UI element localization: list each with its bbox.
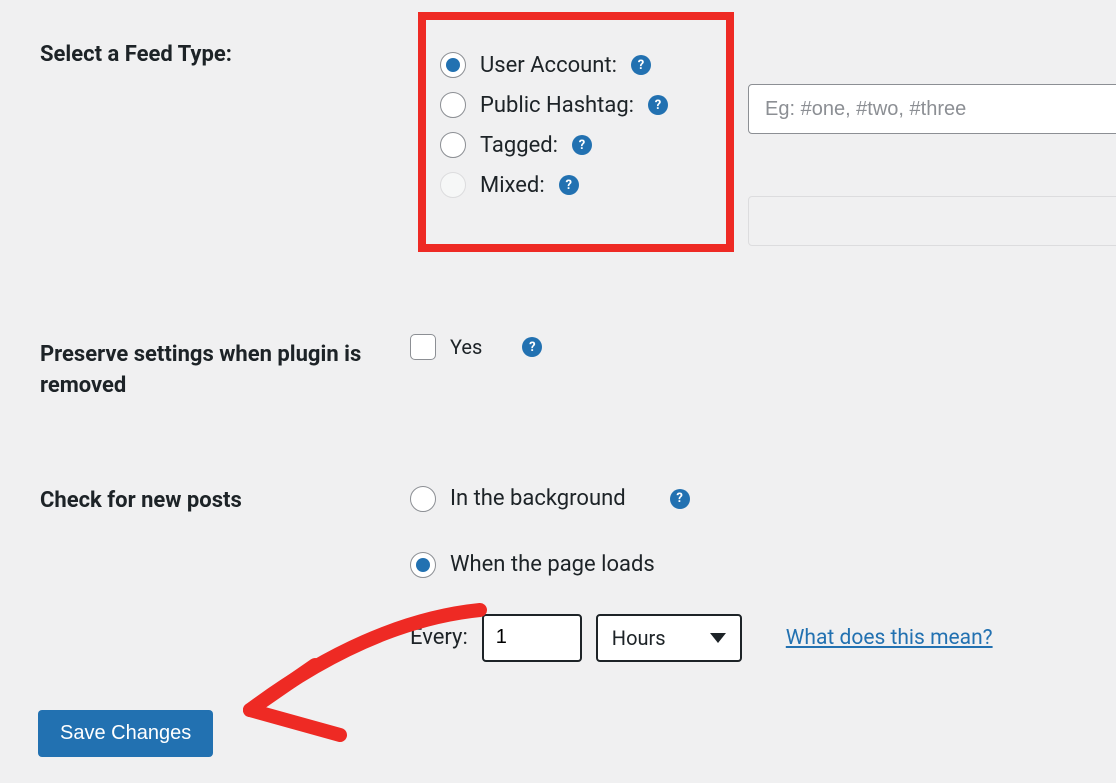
radio-label: User Account: xyxy=(480,53,617,78)
radio-label: Tagged: xyxy=(480,133,558,158)
frequency-controls: Every: Hours What does this mean? xyxy=(410,614,993,662)
mixed-input[interactable] xyxy=(748,196,1116,246)
preserve-label: Preserve settings when plugin is removed xyxy=(40,320,410,402)
feed-type-option-mixed[interactable]: Mixed: ? xyxy=(440,172,668,198)
radio-label: In the background xyxy=(450,486,626,511)
every-unit-selected: Hours xyxy=(612,626,666,650)
preserve-row: Preserve settings when plugin is removed… xyxy=(0,300,1116,422)
preserve-checkbox[interactable] xyxy=(410,334,436,360)
hashtag-input[interactable] xyxy=(748,84,1116,134)
every-label: Every: xyxy=(410,625,468,650)
radio-label: Public Hashtag: xyxy=(480,93,634,118)
radio-label: When the page loads xyxy=(450,552,655,577)
check-posts-options: In the background ? When the page loads … xyxy=(410,466,1116,662)
save-changes-button[interactable]: Save Changes xyxy=(38,710,213,757)
help-icon[interactable]: ? xyxy=(670,489,690,509)
help-icon[interactable]: ? xyxy=(631,55,651,75)
every-value-input[interactable] xyxy=(482,614,582,662)
feed-type-label: Select a Feed Type: xyxy=(40,20,410,71)
feed-type-option-public-hashtag[interactable]: Public Hashtag: ? xyxy=(440,92,668,118)
chevron-down-icon xyxy=(710,633,726,643)
check-posts-label: Check for new posts xyxy=(40,466,410,517)
help-icon[interactable]: ? xyxy=(559,175,579,195)
radio-input[interactable] xyxy=(440,172,466,198)
check-option-page-loads[interactable]: When the page loads xyxy=(410,552,655,578)
feed-type-option-user-account[interactable]: User Account: ? xyxy=(440,52,668,78)
feed-type-radio-group: User Account: ? Public Hashtag: ? Tagged… xyxy=(410,20,698,230)
radio-input[interactable] xyxy=(440,92,466,118)
radio-label: Mixed: xyxy=(480,173,545,198)
check-option-background[interactable]: In the background ? xyxy=(410,486,690,512)
feed-type-option-tagged[interactable]: Tagged: ? xyxy=(440,132,668,158)
help-icon[interactable]: ? xyxy=(648,95,668,115)
check-posts-row: Check for new posts In the background ? … xyxy=(0,446,1116,682)
radio-input[interactable] xyxy=(410,552,436,578)
every-unit-select[interactable]: Hours xyxy=(596,614,742,662)
help-icon[interactable]: ? xyxy=(572,135,592,155)
help-icon[interactable]: ? xyxy=(522,337,542,357)
preserve-value: Yes ? xyxy=(410,320,1116,360)
preserve-checkbox-label: Yes xyxy=(450,335,482,359)
radio-input[interactable] xyxy=(410,486,436,512)
radio-input[interactable] xyxy=(440,132,466,158)
what-does-this-mean-link[interactable]: What does this mean? xyxy=(786,626,993,650)
radio-input[interactable] xyxy=(440,52,466,78)
